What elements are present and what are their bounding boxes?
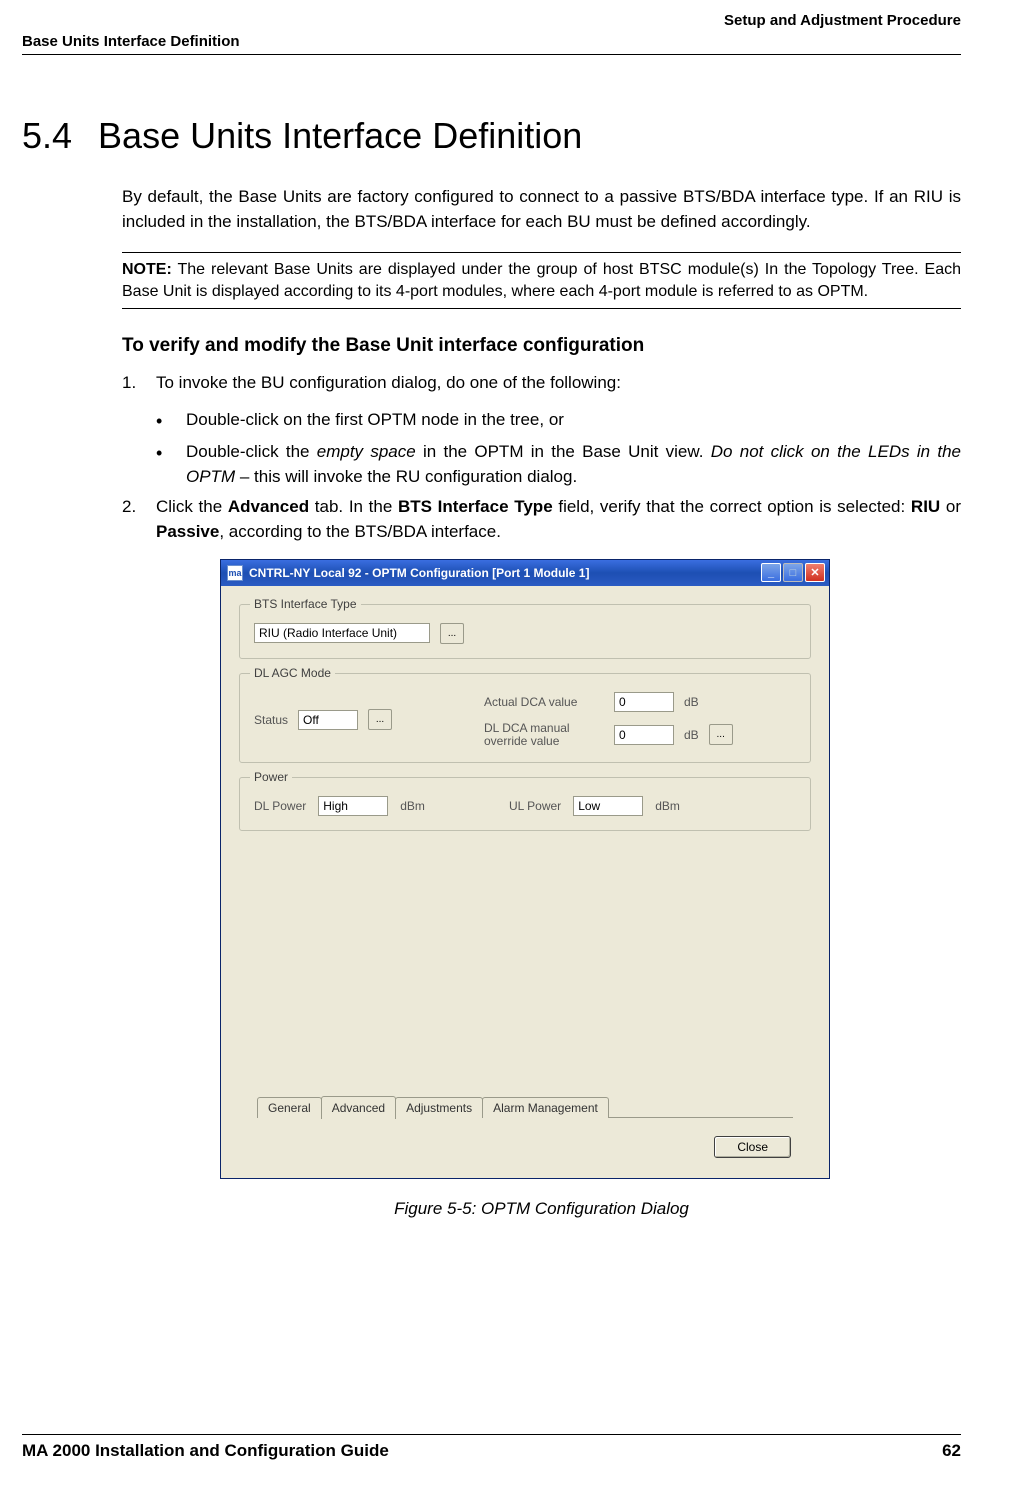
step-1-number: 1. (122, 371, 156, 396)
intro-paragraph: By default, the Base Units are factory c… (122, 185, 961, 234)
page-footer: MA 2000 Installation and Configuration G… (22, 1434, 961, 1461)
header-section: Base Units Interface Definition (22, 33, 961, 50)
text-bold: RIU (911, 497, 940, 516)
note-box: NOTE: The relevant Base Units are displa… (122, 252, 961, 309)
text: Click the (156, 497, 228, 516)
step-1-bullet-1-text: Double-click on the first OPTM node in t… (186, 408, 961, 434)
power-group-label: Power (250, 770, 292, 784)
note-text: The relevant Base Units are displayed un… (122, 261, 961, 300)
bts-interface-group: BTS Interface Type ... (239, 604, 811, 659)
agc-status-input[interactable] (298, 710, 358, 730)
text: or (940, 497, 961, 516)
step-1-bullet-1: • Double-click on the first OPTM node in… (156, 408, 961, 434)
text-italic: empty space (317, 442, 416, 461)
section-number: 5.4 (22, 115, 72, 157)
minimize-icon[interactable]: _ (761, 563, 781, 582)
page-number: 62 (942, 1441, 961, 1461)
tab-adjustments[interactable]: Adjustments (395, 1097, 483, 1118)
step-1: 1. To invoke the BU configuration dialog… (122, 371, 961, 396)
manual-dca-unit: dB (684, 728, 699, 742)
bullet-icon: • (156, 408, 186, 434)
bullet-icon: • (156, 440, 186, 489)
close-button[interactable]: Close (714, 1136, 791, 1158)
manual-dca-label: DL DCA manual override value (484, 722, 604, 748)
close-icon[interactable]: ✕ (805, 563, 825, 582)
header-chapter: Setup and Adjustment Procedure (22, 12, 961, 29)
dialog-titlebar[interactable]: ma CNTRL-NY Local 92 - OPTM Configuratio… (221, 560, 829, 586)
power-group: Power DL Power dBm UL Power dBm (239, 777, 811, 831)
actual-dca-input[interactable] (614, 692, 674, 712)
agc-status-label: Status (254, 713, 288, 727)
ul-power-input[interactable] (573, 796, 643, 816)
text-bold: Advanced (228, 497, 309, 516)
text-bold: BTS Interface Type (398, 497, 553, 516)
text: in the OPTM in the Base Unit view. (416, 442, 711, 461)
ul-power-unit: dBm (655, 799, 680, 813)
dialog-title: CNTRL-NY Local 92 - OPTM Configuration [… (249, 566, 761, 580)
text: , according to the BTS/BDA interface. (219, 522, 501, 541)
dl-agc-group-label: DL AGC Mode (250, 666, 335, 680)
figure-caption: Figure 5-5: OPTM Configuration Dialog (122, 1199, 961, 1219)
note-label: NOTE: (122, 261, 172, 278)
step-1-text: To invoke the BU configuration dialog, d… (156, 371, 961, 396)
actual-dca-label: Actual DCA value (484, 695, 604, 709)
header-rule (22, 54, 961, 55)
step-1-bullet-2-text: Double-click the empty space in the OPTM… (186, 440, 961, 489)
procedure-heading: To verify and modify the Base Unit inter… (122, 335, 961, 357)
text-bold: Passive (156, 522, 219, 541)
step-2-number: 2. (122, 495, 156, 544)
bts-interface-browse-button[interactable]: ... (440, 623, 464, 644)
step-2-text: Click the Advanced tab. In the BTS Inter… (156, 495, 961, 544)
text: field, verify that the correct option is… (553, 497, 911, 516)
dialog-tabs: General Advanced Adjustments Alarm Manag… (257, 1095, 608, 1118)
text: tab. In the (309, 497, 398, 516)
manual-dca-input[interactable] (614, 725, 674, 745)
section-title: Base Units Interface Definition (98, 115, 582, 157)
dl-agc-group: DL AGC Mode Status ... Actual DCA value … (239, 673, 811, 763)
actual-dca-unit: dB (684, 695, 699, 709)
dl-power-input[interactable] (318, 796, 388, 816)
dl-power-unit: dBm (400, 799, 425, 813)
app-icon: ma (227, 565, 243, 581)
section-header: 5.4 Base Units Interface Definition (22, 115, 961, 157)
bts-interface-input[interactable] (254, 623, 430, 643)
tab-alarm-management[interactable]: Alarm Management (482, 1097, 609, 1118)
footer-doc-title: MA 2000 Installation and Configuration G… (22, 1441, 389, 1461)
dl-power-label: DL Power (254, 799, 306, 813)
tab-general[interactable]: General (257, 1097, 322, 1118)
text: Double-click the (186, 442, 317, 461)
footer-rule (22, 1434, 961, 1435)
maximize-icon[interactable]: □ (783, 563, 803, 582)
agc-status-button[interactable]: ... (368, 709, 392, 730)
step-2: 2. Click the Advanced tab. In the BTS In… (122, 495, 961, 544)
optm-config-dialog: ma CNTRL-NY Local 92 - OPTM Configuratio… (220, 559, 830, 1179)
step-1-bullet-2: • Double-click the empty space in the OP… (156, 440, 961, 489)
manual-dca-button[interactable]: ... (709, 724, 733, 745)
ul-power-label: UL Power (509, 799, 561, 813)
text: – this will invoke the RU configuration … (235, 467, 577, 486)
bts-group-label: BTS Interface Type (250, 597, 361, 611)
tab-advanced[interactable]: Advanced (321, 1096, 396, 1119)
